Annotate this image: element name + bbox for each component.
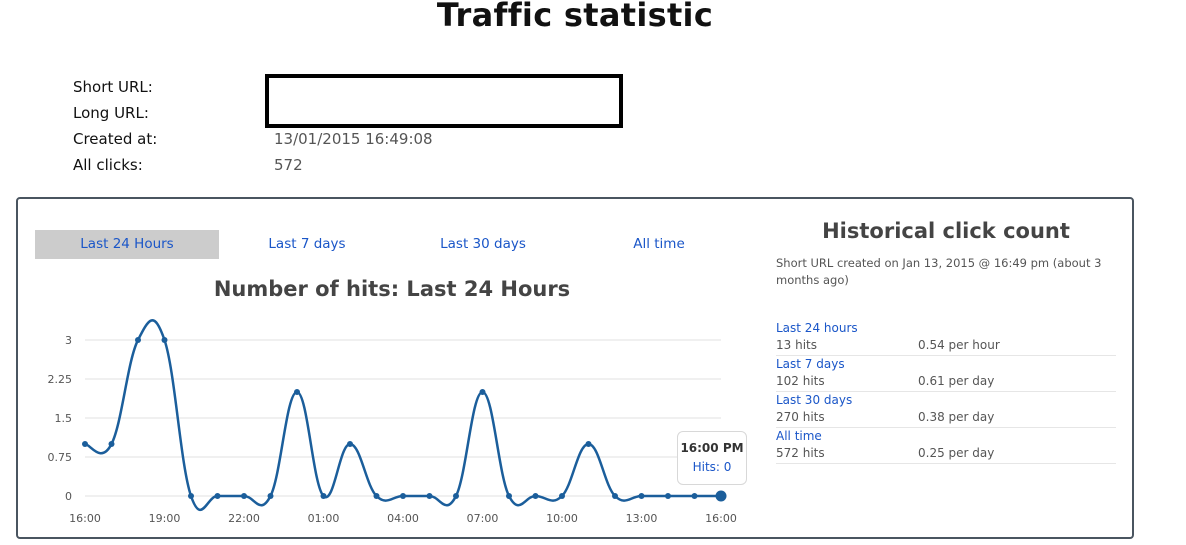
long-url-label: Long URL: xyxy=(73,104,149,122)
historical-title: Historical click count xyxy=(822,219,1070,243)
historical-stats: Last 24 hours 13 hits 0.54 per hour Last… xyxy=(776,320,1116,464)
x-tick-label: 19:00 xyxy=(149,512,181,525)
tooltip-time: 16:00 PM xyxy=(680,441,744,455)
stat-row-all-time: All time 572 hits 0.25 per day xyxy=(776,428,1116,464)
page-title: Traffic statistic xyxy=(436,0,714,34)
stat-row-last-24-hours: Last 24 hours 13 hits 0.54 per hour xyxy=(776,320,1116,356)
stat-rate: 0.54 per hour xyxy=(918,338,1000,352)
data-point xyxy=(135,337,141,343)
tooltip-hits: Hits: 0 xyxy=(692,460,732,474)
x-tick-label: 16:00 xyxy=(705,512,737,525)
stat-rate: 0.25 per day xyxy=(918,446,995,460)
clicks-value: 572 xyxy=(274,156,303,174)
x-tick-label: 22:00 xyxy=(228,512,260,525)
stat-rate: 0.38 per day xyxy=(918,410,995,424)
stats-panel: Last 24 Hours Last 7 days Last 30 days A… xyxy=(16,197,1134,539)
data-point xyxy=(479,389,486,395)
data-point xyxy=(691,493,698,499)
y-tick-label: 3 xyxy=(65,334,72,347)
chart-tooltip: 16:00 PM Hits: 0 xyxy=(677,431,747,485)
data-point xyxy=(188,493,194,499)
data-point xyxy=(161,337,168,343)
stat-hits: 270 hits xyxy=(776,410,825,424)
x-tick-label: 04:00 xyxy=(387,512,419,525)
data-point xyxy=(214,493,221,499)
data-point xyxy=(108,441,115,447)
historical-description: Short URL created on Jan 13, 2015 @ 16:4… xyxy=(776,256,1102,287)
data-point xyxy=(665,493,671,499)
data-point xyxy=(426,493,433,499)
redacted-url-box xyxy=(265,74,623,128)
hits-line-chart: 0 0.75 1.5 2.25 3 16:00 19:00 22:00 01:00 04:00 07… xyxy=(48,319,737,525)
y-tick-label: 0 xyxy=(65,490,72,503)
data-point xyxy=(267,493,274,499)
stat-hits: 13 hits xyxy=(776,338,817,352)
data-point xyxy=(294,389,300,395)
stat-row-last-7-days: Last 7 days 102 hits 0.61 per day xyxy=(776,356,1116,392)
data-point xyxy=(559,493,565,499)
stat-period[interactable]: All time xyxy=(776,429,822,443)
data-point xyxy=(638,493,645,499)
data-point xyxy=(82,441,88,447)
x-tick-label: 07:00 xyxy=(467,512,499,525)
highlighted-data-point xyxy=(715,490,727,502)
y-tick-label: 1.5 xyxy=(55,412,73,425)
stat-period[interactable]: Last 24 hours xyxy=(776,321,858,335)
created-value: 13/01/2015 16:49:08 xyxy=(274,130,433,148)
clicks-label: All clicks: xyxy=(73,156,143,174)
data-point xyxy=(373,493,380,499)
short-url-label: Short URL: xyxy=(73,78,153,96)
x-tick-label: 01:00 xyxy=(308,512,340,525)
y-tick-label: 2.25 xyxy=(48,373,73,386)
x-tick-label: 10:00 xyxy=(546,512,578,525)
data-point xyxy=(585,441,592,447)
stat-row-last-30-days: Last 30 days 270 hits 0.38 per day xyxy=(776,392,1116,428)
data-point xyxy=(241,493,247,499)
data-point xyxy=(347,441,353,447)
stat-hits: 102 hits xyxy=(776,374,825,388)
x-tick-label: 13:00 xyxy=(626,512,658,525)
y-tick-label: 0.75 xyxy=(48,451,73,464)
series-line xyxy=(84,319,721,512)
data-point xyxy=(453,493,459,499)
data-point xyxy=(532,493,539,499)
data-point xyxy=(612,493,618,499)
stat-period[interactable]: Last 30 days xyxy=(776,393,852,407)
x-tick-label: 16:00 xyxy=(69,512,101,525)
stat-rate: 0.61 per day xyxy=(918,374,995,388)
stat-hits: 572 hits xyxy=(776,446,825,460)
data-point xyxy=(506,493,512,499)
data-point xyxy=(320,493,327,499)
data-point xyxy=(400,493,406,499)
stat-period[interactable]: Last 7 days xyxy=(776,357,845,371)
created-label: Created at: xyxy=(73,130,158,148)
